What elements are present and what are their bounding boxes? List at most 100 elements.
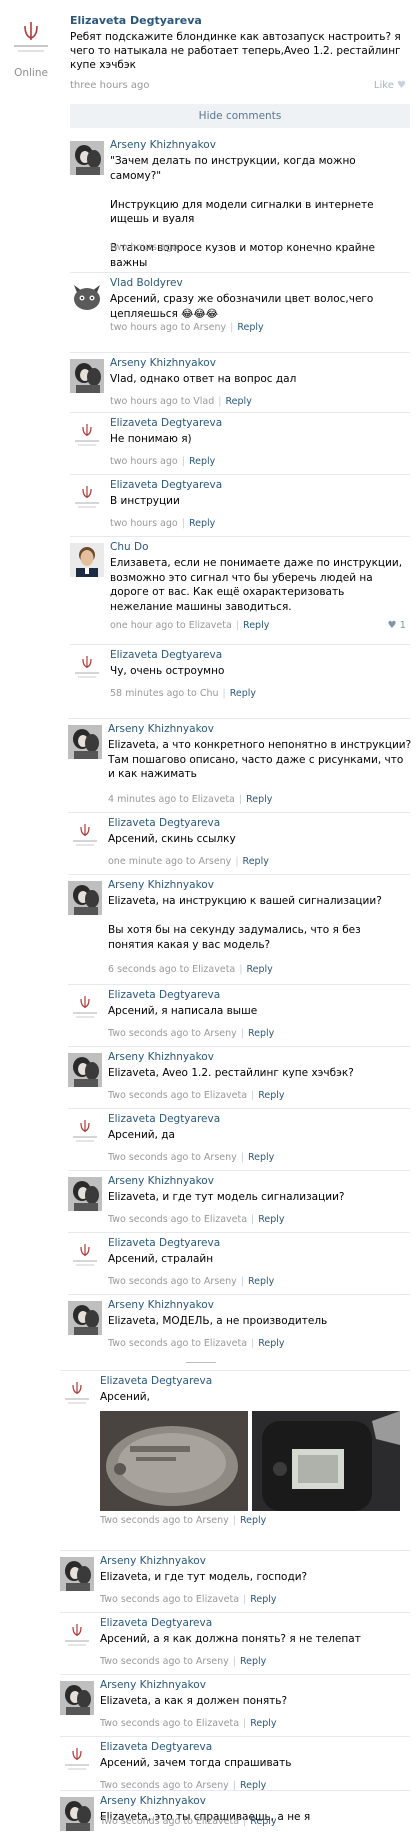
avatar[interactable] (60, 1797, 94, 1831)
comment-meta: Two seconds ago to Elizaveta | Reply (100, 1594, 277, 1605)
comment-time[interactable]: Two seconds ago to Arseny (100, 1515, 229, 1526)
comment-author[interactable]: Elizaveta Degtyareva (108, 989, 220, 1001)
comment-author[interactable]: Elizaveta Degtyareva (100, 1375, 212, 1387)
comment-time[interactable]: two hours ago (110, 456, 178, 467)
reply-button[interactable]: Reply (189, 456, 215, 467)
separator: | (218, 396, 222, 407)
avatar[interactable] (68, 1115, 102, 1149)
comment-time[interactable]: one minute ago to Arseny (108, 856, 231, 867)
reply-button[interactable]: Reply (248, 1028, 274, 1039)
comment-author[interactable]: Arseny Khizhnyakov (108, 1175, 214, 1187)
avatar[interactable] (70, 141, 104, 175)
comment-time[interactable]: two hours ago (110, 242, 178, 253)
reply-button[interactable]: Reply (250, 1594, 276, 1605)
reply-button[interactable]: Reply (246, 964, 272, 975)
avatar[interactable] (68, 725, 102, 759)
reply-button[interactable]: Reply (250, 1718, 276, 1729)
reply-button[interactable]: Reply (226, 396, 252, 407)
avatar[interactable] (60, 1377, 94, 1411)
comment-author[interactable]: Arseny Khizhnyakov (100, 1555, 206, 1567)
reply-button[interactable]: Reply (189, 518, 215, 529)
comment-time[interactable]: two hours ago to Arseny (110, 322, 226, 333)
comment-author[interactable]: Arseny Khizhnyakov (108, 1299, 214, 1311)
hide-comments-button[interactable]: Hide comments (70, 104, 410, 128)
comment-like[interactable]: ♥ 1 (387, 620, 406, 631)
avatar[interactable] (68, 1177, 102, 1211)
comment-author[interactable]: Arseny Khizhnyakov (110, 357, 216, 369)
avatar[interactable] (68, 1301, 102, 1335)
avatar[interactable] (68, 819, 102, 853)
comment: Elizaveta Degtyareva Арсений, стралайн Two… (68, 1232, 410, 1292)
comment-author[interactable]: Elizaveta Degtyareva (108, 817, 220, 829)
comment-time[interactable]: Two seconds ago to Elizaveta (100, 1594, 239, 1605)
comment-time[interactable]: 6 seconds ago to Elizaveta (108, 964, 235, 975)
avatar[interactable] (68, 881, 102, 915)
avatar[interactable] (70, 543, 104, 577)
comment: Elizaveta Degtyareva Не понимаю я) two hou… (70, 412, 410, 472)
avatar[interactable] (60, 1557, 94, 1591)
profile-emblem-icon (68, 819, 102, 853)
reply-button[interactable]: Reply (243, 856, 269, 867)
reply-button[interactable]: Reply (230, 688, 256, 699)
comment-author[interactable]: Elizaveta Degtyareva (100, 1617, 212, 1629)
comment-author[interactable]: Arseny Khizhnyakov (108, 879, 214, 891)
comment-time[interactable]: one hour ago to Elizaveta (110, 620, 232, 631)
avatar[interactable] (60, 1743, 94, 1777)
comment-time[interactable]: Two seconds ago to Elizaveta (108, 1214, 247, 1225)
comment-time[interactable]: 58 minutes ago to Chu (110, 688, 219, 699)
comment-time[interactable]: two hours ago to Vlad (110, 396, 214, 407)
reply-button[interactable]: Reply (258, 1090, 284, 1101)
avatar[interactable] (70, 481, 104, 515)
reply-button[interactable]: Reply (243, 620, 269, 631)
comment-author[interactable]: Elizaveta Degtyareva (110, 479, 222, 491)
comment-time[interactable]: two hours ago (110, 518, 178, 529)
avatar[interactable] (60, 1619, 94, 1653)
comment-author[interactable]: Elizaveta Degtyareva (108, 1237, 220, 1249)
avatar[interactable] (6, 14, 56, 64)
comment-author[interactable]: Elizaveta Degtyareva (110, 649, 222, 661)
attached-photo-alarm-keyfob[interactable] (100, 1411, 248, 1511)
comment-time[interactable]: Two seconds ago to Arseny (108, 1152, 237, 1163)
avatar[interactable] (68, 1239, 102, 1273)
comment-author[interactable]: Elizaveta Degtyareva (100, 1741, 212, 1753)
comment-time[interactable]: Two seconds ago to Elizaveta (100, 1718, 239, 1729)
reply-button[interactable]: Reply (248, 1276, 274, 1287)
avatar[interactable] (70, 651, 104, 685)
reply-button[interactable]: Reply (258, 1214, 284, 1225)
comment-author[interactable]: Elizaveta Degtyareva (108, 1113, 220, 1125)
like-button[interactable]: Like ♥ (374, 80, 406, 91)
comment-author[interactable]: Arseny Khizhnyakov (108, 723, 214, 735)
user-photo-icon (70, 141, 104, 175)
comment-time[interactable]: Two seconds ago to Elizaveta (108, 1338, 247, 1349)
reply-button[interactable]: Reply (237, 322, 263, 333)
post-time[interactable]: three hours ago (70, 80, 150, 91)
comment-author[interactable]: Vlad Boldyrev (110, 277, 183, 289)
post-author[interactable]: Elizaveta Degtyareva (70, 14, 202, 27)
avatar[interactable] (70, 359, 104, 393)
comment-time[interactable]: Two seconds ago to Elizaveta (100, 1816, 239, 1827)
avatar[interactable] (68, 991, 102, 1025)
avatar[interactable] (70, 279, 104, 313)
reply-button[interactable]: Reply (246, 794, 272, 805)
reply-button[interactable]: Reply (240, 1656, 266, 1667)
avatar[interactable] (68, 1053, 102, 1087)
comment-author[interactable]: Arseny Khizhnyakov (108, 1051, 214, 1063)
comment-time[interactable]: Two seconds ago to Elizaveta (108, 1090, 247, 1101)
reply-button[interactable]: Reply (248, 1152, 274, 1163)
avatar[interactable] (70, 419, 104, 453)
separator: | (222, 688, 226, 699)
attached-photo-alarm-remote[interactable] (252, 1411, 400, 1511)
avatar[interactable] (60, 1681, 94, 1715)
comment-author[interactable]: Arseny Khizhnyakov (100, 1795, 206, 1807)
comment-author[interactable]: Arseny Khizhnyakov (110, 139, 216, 151)
comment-time[interactable]: Two seconds ago to Arseny (108, 1028, 237, 1039)
reply-button[interactable]: Reply (258, 1338, 284, 1349)
comment-author[interactable]: Arseny Khizhnyakov (100, 1679, 206, 1691)
comment-time[interactable]: Two seconds ago to Arseny (100, 1656, 229, 1667)
comment-author[interactable]: Elizaveta Degtyareva (110, 417, 222, 429)
comment-author[interactable]: Chu Do (110, 541, 149, 553)
comment-time[interactable]: Two seconds ago to Arseny (108, 1276, 237, 1287)
comment-time[interactable]: 4 minutes ago to Elizaveta (108, 794, 235, 805)
reply-button[interactable]: Reply (250, 1816, 276, 1827)
reply-button[interactable]: Reply (240, 1515, 266, 1526)
